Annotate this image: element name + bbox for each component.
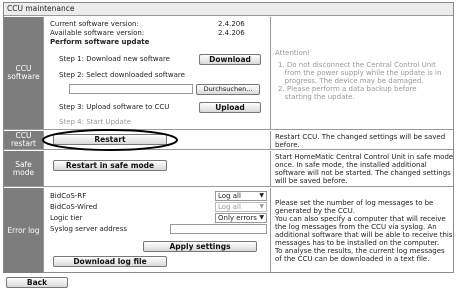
- error-log-desc-line: additional software that will be able to…: [275, 231, 453, 239]
- log-row-label: BidCoS-RF: [50, 192, 87, 200]
- software-controls: Current software version: 2.4.206 Availa…: [45, 17, 271, 129]
- ccu-maintenance-panel: CCU maintenance CCU software Current sof…: [3, 2, 454, 273]
- error-log-controls: BidCoS-RF Log all ▼ BidCoS-Wired Log all ▼…: [45, 188, 271, 273]
- software-section: CCU software Current software version: 2…: [4, 17, 453, 130]
- attention-heading: Attention!: [275, 49, 311, 57]
- logic-tier-log-select[interactable]: Only errors ▼: [215, 213, 267, 223]
- download-log-button[interactable]: Download log file: [53, 256, 167, 267]
- available-version-value: 2.4.206: [218, 29, 245, 37]
- select-value: Log all: [218, 192, 241, 200]
- safe-mode-section: Safe mode Restart in safe mode Start Hom…: [4, 151, 453, 187]
- upload-software-button[interactable]: Upload: [199, 102, 261, 113]
- restart-desc-line: before.: [275, 141, 300, 149]
- step4-label: Step 4: Start Update: [59, 118, 131, 126]
- step3-label: Step 3: Upload software to CCU: [59, 103, 170, 111]
- select-value: Log all: [218, 203, 241, 211]
- safe-mode-desc-line: software will not be started. The change…: [275, 169, 451, 177]
- log-row-label: BidCoS-Wired: [50, 203, 98, 211]
- step1-label: Step 1: Download new software: [59, 55, 170, 63]
- safe-mode-desc-line: will be saved before.: [275, 177, 348, 185]
- safe-mode-description: Start HomeMatic Central Control Unit in …: [274, 151, 454, 186]
- update-heading: Perform software update: [50, 38, 150, 46]
- available-version-label: Available software version:: [50, 29, 145, 37]
- log-row-label: Logic tier: [50, 214, 83, 222]
- download-software-button[interactable]: Download: [199, 54, 261, 65]
- restart-section: CCU restart Restart Restart CCU. The cha…: [4, 129, 453, 151]
- syslog-address-input[interactable]: [170, 224, 267, 234]
- error-log-desc-line: messages has to be installed on the comp…: [275, 239, 440, 247]
- back-button[interactable]: Back: [6, 277, 68, 288]
- error-log-desc-line: Please set the number of log messages to…: [275, 199, 434, 207]
- error-log-desc-line: generated by the CCU.: [275, 207, 356, 215]
- apply-settings-button[interactable]: Apply settings: [143, 241, 257, 252]
- update-note-line: starting the update.: [278, 93, 355, 101]
- update-note-line: from the power supply while the update i…: [278, 69, 442, 77]
- current-version-label: Current software version:: [50, 20, 139, 28]
- step2-label: Step 2: Select downloaded software: [59, 71, 185, 79]
- update-note-line: 2. Please perform a data backup before: [278, 85, 417, 93]
- update-note-line: 1. Do not disconnect the Central Control…: [278, 61, 436, 69]
- section-label-restart: CCU restart: [4, 131, 44, 149]
- bidcos-wired-log-select[interactable]: Log all ▼: [215, 202, 267, 212]
- software-file-input[interactable]: [69, 84, 193, 94]
- section-label-safe-mode: Safe mode: [4, 151, 44, 186]
- safe-mode-desc-line: once. In safe mode, the installed additi…: [275, 161, 427, 169]
- software-description: Attention! 1. Do not disconnect the Cent…: [274, 17, 451, 129]
- safe-mode-controls: Restart in safe mode: [45, 151, 271, 186]
- current-version-value: 2.4.206: [218, 20, 245, 28]
- restart-desc-line: Restart CCU. The changed settings will b…: [275, 133, 446, 141]
- syslog-label: Syslog server address: [50, 225, 128, 233]
- section-label-software: CCU software: [4, 17, 44, 129]
- browse-button[interactable]: Durchsuchen...: [196, 84, 260, 95]
- chevron-down-icon: ▼: [259, 214, 264, 221]
- bidcos-rf-log-select[interactable]: Log all ▼: [215, 191, 267, 201]
- error-log-desc-line: You can also specify a computer that wil…: [275, 215, 446, 223]
- restart-description: Restart CCU. The changed settings will b…: [274, 131, 451, 149]
- chevron-down-icon: ▼: [259, 203, 264, 210]
- highlight-ellipse: [42, 129, 178, 151]
- section-label-error-log: Error log: [4, 188, 44, 273]
- safe-mode-desc-line: Start HomeMatic Central Control Unit in …: [275, 153, 454, 161]
- select-value: Only errors: [218, 214, 257, 222]
- panel-title: CCU maintenance: [4, 3, 453, 16]
- error-log-description: Please set the number of log messages to…: [274, 188, 453, 273]
- update-note-line: progress. The device may be damaged.: [278, 77, 424, 85]
- error-log-section: Error log BidCoS-RF Log all ▼ BidCoS-Wire…: [4, 188, 453, 273]
- error-log-desc-line: To analyse the results, the current log …: [275, 247, 445, 255]
- chevron-down-icon: ▼: [259, 192, 264, 199]
- error-log-desc-line: the log messages from the CCU via syslog…: [275, 223, 437, 231]
- restart-safe-mode-button[interactable]: Restart in safe mode: [53, 160, 167, 171]
- restart-controls: Restart: [42, 129, 271, 151]
- error-log-desc-line: of the CCU can be downloaded in a text f…: [275, 255, 430, 263]
